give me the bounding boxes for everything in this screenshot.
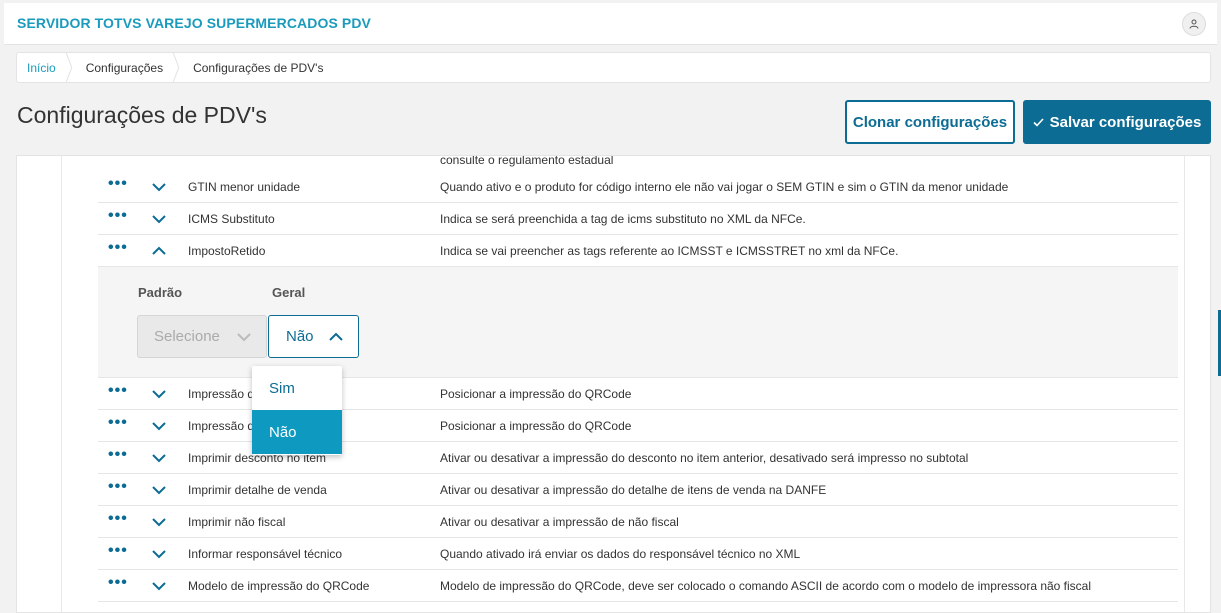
- geral-label: Geral: [272, 285, 306, 300]
- breadcrumb-current-label: Configurações de PDV's: [193, 60, 324, 75]
- chevron-up-icon: [329, 332, 343, 341]
- content-area: consulte o regulamento estadual ••• GTIN…: [16, 155, 1211, 613]
- table-row[interactable]: ••• Modelo de impressão do QRCode Modelo…: [98, 570, 1178, 602]
- row-description: Indica se vai preencher as tags referent…: [440, 244, 899, 258]
- table-row-expanded[interactable]: ••• ImpostoRetido Indica se vai preenche…: [98, 235, 1178, 267]
- row-name: ICMS Substituto: [188, 212, 275, 226]
- row-name: Imprimir não fiscal: [188, 515, 286, 529]
- row-name: ImpostoRetido: [188, 244, 266, 258]
- chevron-down-icon[interactable]: [151, 420, 167, 432]
- geral-select[interactable]: Não: [268, 315, 359, 358]
- chevron-down-icon[interactable]: [151, 580, 167, 592]
- more-dots-icon[interactable]: •••: [108, 447, 128, 463]
- geral-dropdown-menu: Sim Não: [252, 366, 342, 455]
- chevron-down-icon[interactable]: [151, 213, 167, 225]
- row-description: Ativar ou desativar a impressão de não f…: [440, 515, 679, 529]
- table-row[interactable]: ••• Imprimir detalhe de venda Ativar ou …: [98, 474, 1178, 506]
- user-avatar[interactable]: [1182, 12, 1206, 36]
- breadcrumb-current: Configurações de PDV's: [183, 53, 343, 82]
- row-description: Posicionar a impressão do QRCode: [440, 387, 632, 401]
- padrao-label: Padrão: [138, 285, 183, 300]
- save-config-button[interactable]: Salvar configurações: [1023, 100, 1211, 144]
- breadcrumb-home-label[interactable]: Início: [27, 61, 56, 75]
- row-description: Ativar ou desativar a impressão do desco…: [440, 451, 969, 465]
- row-description: Ativar ou desativar a impressão do detal…: [440, 483, 827, 497]
- save-config-label: Salvar configurações: [1049, 113, 1202, 131]
- app-header: SERVIDOR TOTVS VAREJO SUPERMERCADOS PDV: [4, 3, 1217, 45]
- row-description: Posicionar a impressão do QRCode: [440, 419, 632, 433]
- user-icon: [1189, 19, 1199, 29]
- more-dots-icon[interactable]: •••: [108, 543, 128, 559]
- breadcrumb-configuracoes-label[interactable]: Configurações: [86, 61, 163, 75]
- row-name: Imprimir detalhe de venda: [188, 483, 327, 497]
- row-description: Quando ativo e o produto for código inte…: [440, 180, 1009, 194]
- row-description: consulte o regulamento estadual: [440, 155, 614, 167]
- page-title: Configurações de PDV's: [17, 102, 267, 128]
- row-description: Indica se será preenchida a tag de icms …: [440, 212, 806, 226]
- padrao-select-value: Selecione: [154, 328, 220, 345]
- chevron-down-icon[interactable]: [151, 388, 167, 400]
- chevron-down-icon: [237, 333, 251, 342]
- breadcrumb-configuracoes[interactable]: Configurações: [76, 53, 183, 82]
- config-panel: consulte o regulamento estadual ••• GTIN…: [61, 155, 1185, 612]
- clone-config-button[interactable]: Clonar configurações: [845, 100, 1015, 144]
- breadcrumb-separator-icon: [172, 53, 180, 82]
- check-icon: [1033, 117, 1044, 127]
- geral-select-value: Não: [286, 328, 314, 345]
- more-dots-icon[interactable]: •••: [108, 240, 128, 256]
- table-row[interactable]: ••• Imprimir não fiscal Ativar ou desati…: [98, 506, 1178, 538]
- breadcrumb: Início Configurações Configurações de PD…: [16, 52, 1211, 83]
- table-row[interactable]: ••• ICMS Substituto Indica se será preen…: [98, 203, 1178, 235]
- breadcrumb-home[interactable]: Início: [17, 53, 76, 82]
- more-dots-icon[interactable]: •••: [108, 575, 128, 591]
- chevron-down-icon[interactable]: [151, 516, 167, 528]
- more-dots-icon[interactable]: •••: [108, 208, 128, 224]
- more-dots-icon[interactable]: •••: [108, 176, 128, 192]
- row-name: Modelo de impressão do QRCode: [188, 579, 370, 593]
- dropdown-option-nao[interactable]: Não: [252, 410, 342, 454]
- padrao-select: Selecione: [137, 315, 267, 358]
- row-description: Quando ativado irá enviar os dados do re…: [440, 547, 801, 561]
- expanded-row-detail: Padrão Geral Selecione Não: [98, 267, 1178, 378]
- more-dots-icon[interactable]: •••: [108, 511, 128, 527]
- chevron-down-icon[interactable]: [151, 181, 167, 193]
- chevron-down-icon[interactable]: [151, 548, 167, 560]
- chevron-up-icon[interactable]: [151, 245, 167, 257]
- row-name: Informar responsável técnico: [188, 547, 343, 561]
- table-row[interactable]: ••• GTIN menor unidade Quando ativo e o …: [98, 171, 1178, 203]
- dropdown-option-sim[interactable]: Sim: [252, 366, 342, 410]
- chevron-down-icon[interactable]: [151, 452, 167, 464]
- breadcrumb-separator-icon: [65, 53, 72, 82]
- more-dots-icon[interactable]: •••: [108, 479, 128, 495]
- table-row[interactable]: ••• Informar responsável técnico Quando …: [98, 538, 1178, 570]
- row-name: GTIN menor unidade: [188, 180, 301, 194]
- chevron-down-icon[interactable]: [151, 484, 167, 496]
- more-dots-icon[interactable]: •••: [108, 383, 128, 399]
- row-description: Modelo de impressão do QRCode, deve ser …: [440, 579, 1092, 593]
- more-dots-icon[interactable]: •••: [108, 415, 128, 431]
- app-title: SERVIDOR TOTVS VAREJO SUPERMERCADOS PDV: [17, 15, 371, 31]
